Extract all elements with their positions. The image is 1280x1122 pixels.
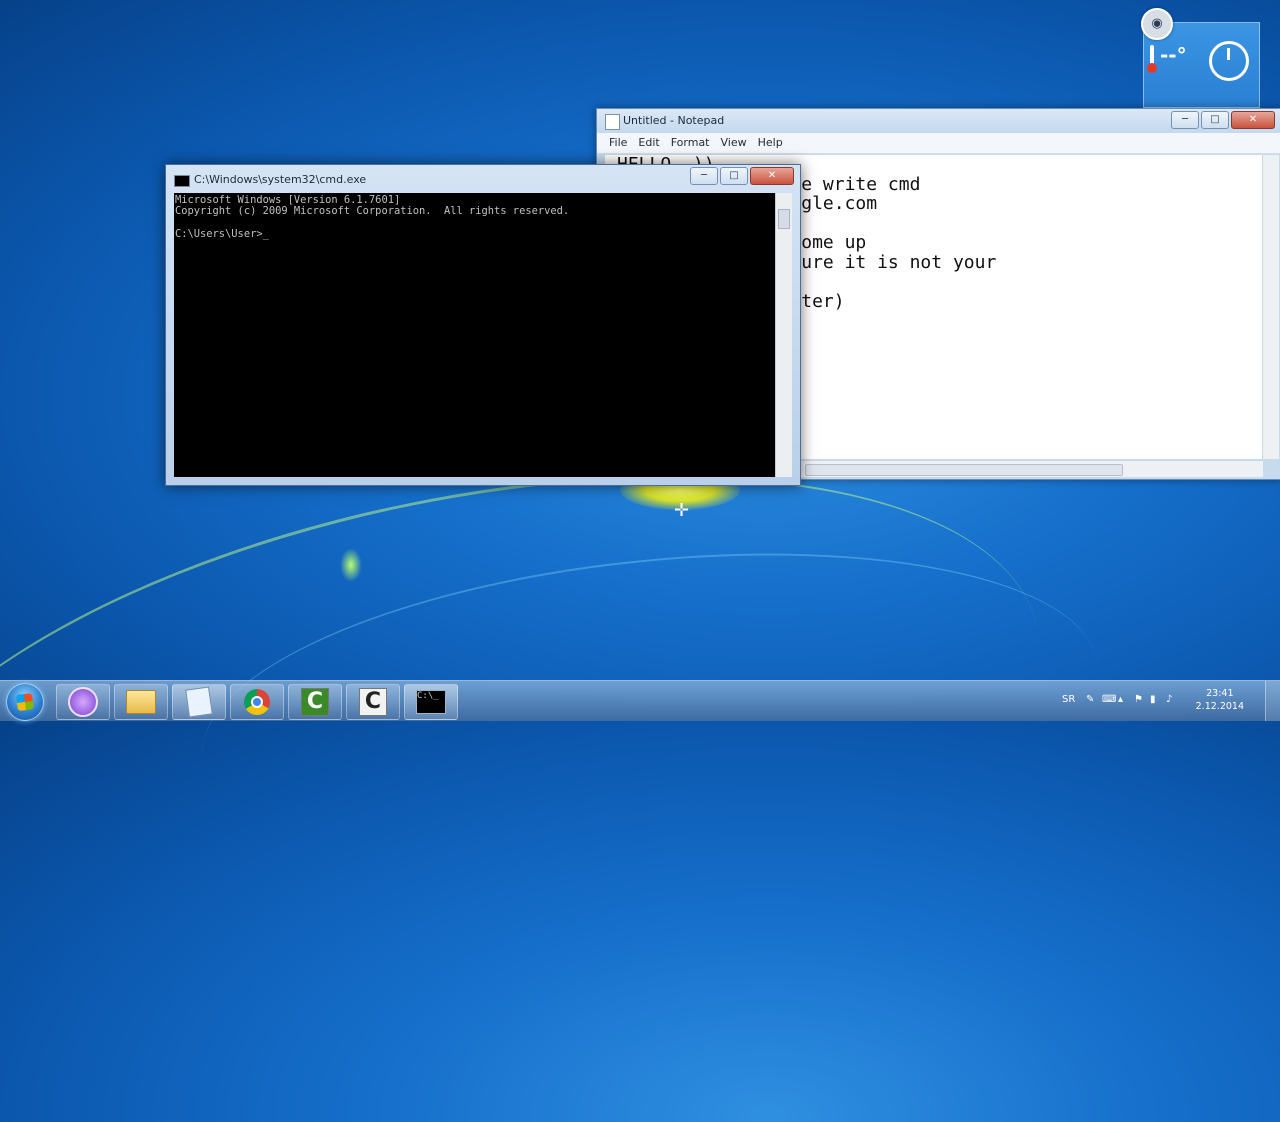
notepad-titlebar[interactable]: Untitled - Notepad ─ □ ✕ [597,109,1280,133]
windows-logo-icon [15,692,35,712]
scrollbar-thumb[interactable] [778,209,790,229]
weather-gadget[interactable]: --° [1147,43,1187,73]
gadget-control-icon[interactable]: ◉ [1141,8,1173,40]
menu-edit[interactable]: Edit [636,133,668,153]
menu-format[interactable]: Format [669,133,719,153]
cmd-icon: C:\_ [416,690,446,714]
flag-icon[interactable]: ⚑ [1134,695,1144,705]
windows-explorer-icon [126,690,156,714]
clock-time: 23:41 [1206,688,1234,699]
cmd-close-button[interactable]: ✕ [750,167,794,185]
start-button[interactable] [6,683,44,721]
menu-view[interactable]: View [719,133,756,153]
language-indicator[interactable]: SR [1062,694,1075,705]
show-desktop-button[interactable] [1265,681,1280,721]
cmd-title: C:\Windows\system32\cmd.exe [194,173,367,186]
tray-pen-icon[interactable]: ✎ [1086,695,1096,705]
taskbar-explorer[interactable] [114,684,168,720]
keyboard-icon[interactable]: ⌨ [1102,695,1116,705]
windows-media-player-icon [68,687,98,717]
cmd-window[interactable]: C:\Windows\system32\cmd.exe ─ □ ✕ Micros… [165,164,801,486]
taskbar-cmd[interactable]: C:\_ [404,684,458,720]
taskbar-notepad[interactable] [172,684,226,720]
camtasia-recorder-icon: C [359,688,387,716]
temperature-text: --° [1160,43,1187,67]
notepad-vertical-scrollbar[interactable] [1262,155,1279,459]
cmd-vertical-scrollbar[interactable] [775,193,792,477]
taskbar-camtasia[interactable]: C [288,684,342,720]
tray-expand-icon[interactable]: ▴ [1118,695,1128,705]
volume-icon[interactable]: ♪ [1166,695,1176,705]
cursor-icon: ✛ [674,500,690,521]
notepad-menubar: File Edit Format View Help [597,133,1280,154]
camtasia-icon: C [301,688,329,716]
notepad-icon [185,686,213,718]
clock-date: 2.12.2014 [1195,701,1244,712]
console-prompt: C:\Users\User>_ [175,228,269,241]
cmd-console[interactable]: Microsoft Windows [Version 6.1.7601] Cop… [174,193,775,477]
scrollbar-thumb[interactable] [805,464,1123,476]
menu-help[interactable]: Help [756,133,792,153]
taskbar: C C C:\_ SR ✎ ⌨ ▴ ⚑ ▮ ♪ 23:41 2.12.2014 [0,680,1280,721]
menu-file[interactable]: File [607,133,636,153]
thermometer-icon [1147,44,1157,73]
notepad-close-button[interactable]: ✕ [1231,111,1275,129]
taskbar-camtasia-recorder[interactable]: C [346,684,400,720]
clock[interactable]: 23:41 2.12.2014 [1196,687,1244,713]
cmd-maximize-button[interactable]: □ [720,167,748,185]
chrome-icon [244,689,270,715]
taskbar-media-player[interactable] [56,684,110,720]
console-line: Copyright (c) 2009 Microsoft Corporation… [175,205,570,218]
taskbar-chrome[interactable] [230,684,284,720]
cmd-minimize-button[interactable]: ─ [690,167,718,185]
clock-gadget-icon[interactable] [1209,41,1249,81]
notepad-minimize-button[interactable]: ─ [1171,111,1199,129]
notepad-icon [605,114,620,130]
wallpaper-spark [340,548,362,582]
network-icon[interactable]: ▮ [1150,695,1160,705]
cmd-titlebar[interactable]: C:\Windows\system32\cmd.exe ─ □ ✕ [166,165,800,193]
cmd-window-icon[interactable] [174,175,190,187]
system-tray: SR ✎ ⌨ ▴ ⚑ ▮ ♪ 23:41 2.12.2014 [1050,681,1280,721]
notepad-title: Untitled - Notepad [623,114,725,127]
notepad-maximize-button[interactable]: □ [1201,111,1229,129]
